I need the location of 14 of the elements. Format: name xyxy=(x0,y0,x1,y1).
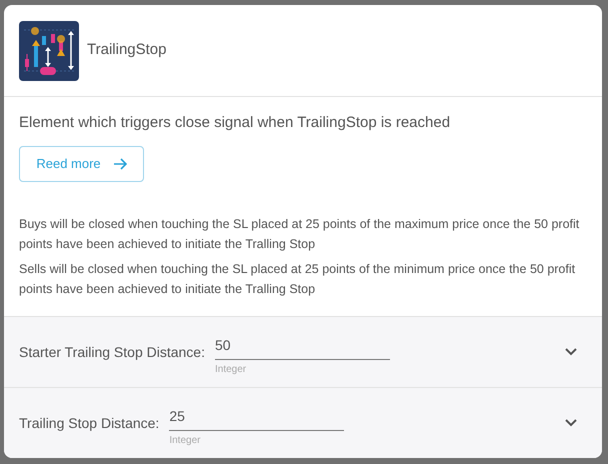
parameter-label: Starter Trailing Stop Distance: xyxy=(19,342,205,362)
chevron-icon[interactable] xyxy=(565,348,577,356)
parameter-hint: Integer xyxy=(214,363,248,377)
arrow-right-icon xyxy=(112,158,127,170)
parameter-input[interactable]: 50 xyxy=(214,335,390,360)
element-title: TrailingStop xyxy=(87,40,166,60)
parameter-input[interactable]: 25 xyxy=(169,406,344,431)
parameter-hint: Integer xyxy=(169,434,202,448)
rule-paragraph: Buys will be closed when touching the SL placed at 25 points of the maximum price once the 50 profit points have been achieved to initiate the Tralling Stop xyxy=(19,216,580,253)
chevron-icon[interactable] xyxy=(565,419,577,427)
rule-paragraph: Sells will be closed when touching the SL placed at 25 points of the minimum price once the 50 profit points have been achieved to initiate the Tralling Stop xyxy=(19,261,576,298)
trailing-stop-logo-icon xyxy=(19,20,79,80)
parameter-label: Trailing Stop Distance: xyxy=(19,414,160,433)
element-description: Element which triggers close signal when TrailingStop is reached xyxy=(19,113,452,133)
